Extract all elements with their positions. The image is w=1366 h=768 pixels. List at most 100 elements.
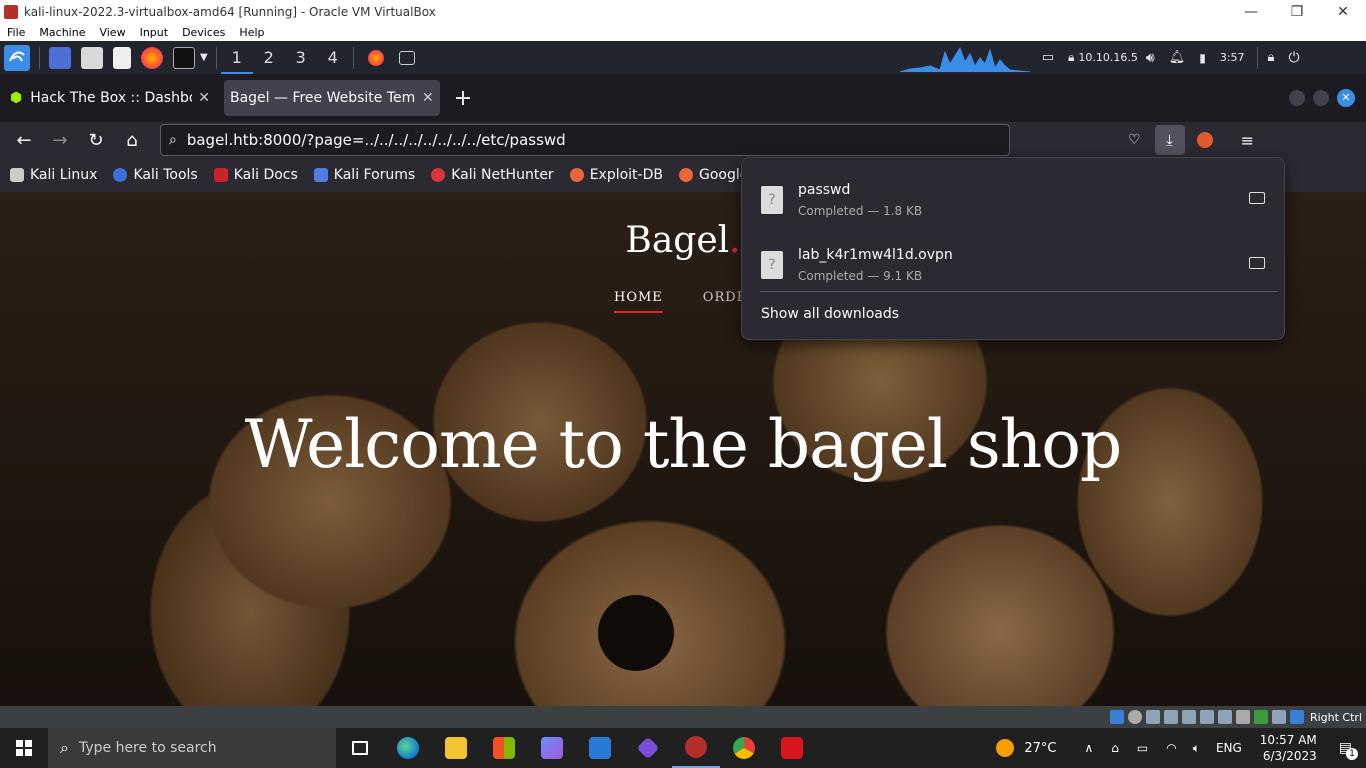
network-icon[interactable] <box>1163 710 1178 724</box>
hamburger-menu-icon[interactable]: ≡ <box>1241 131 1254 150</box>
input-language[interactable]: ENG <box>1216 741 1242 755</box>
workspace-1[interactable]: 1 <box>220 41 253 74</box>
bookmark-kali-docs[interactable]: Kali Docs <box>204 167 304 183</box>
terminal-launcher-icon[interactable] <box>173 46 195 69</box>
notification-center-icon[interactable]: ▤ 1 <box>1339 740 1358 760</box>
usb-icon[interactable] <box>1181 710 1196 724</box>
reload-icon[interactable]: ↻ <box>78 130 114 151</box>
chevron-down-icon[interactable]: ▼ <box>200 52 208 63</box>
bookmark-exploit-db[interactable]: Exploit-DB <box>560 167 669 183</box>
url-bar[interactable]: ⌕ bagel.htb:8000/?page=../../../../../..… <box>160 124 1010 156</box>
copilot-icon[interactable] <box>528 728 576 768</box>
workspace-3[interactable]: 3 <box>285 41 317 74</box>
firefox-window-icon[interactable] <box>367 49 384 66</box>
edge-icon[interactable] <box>384 728 432 768</box>
new-tab-button[interactable]: + <box>454 86 472 111</box>
browser-nav-bar: ← → ↻ ⌂ ⌕ bagel.htb:8000/?page=../../../… <box>0 122 1366 158</box>
windows-taskbar: ⌕ Type here to search 27°C ∧ ⌂ ▭ ◠ 🔈︎ EN… <box>0 728 1366 768</box>
speaker-icon[interactable]: 🔈︎ <box>1193 741 1200 756</box>
wifi-icon[interactable]: ◠ <box>1166 741 1176 755</box>
close-button[interactable]: ✕ <box>1320 4 1366 20</box>
bookmark-kali-tools[interactable]: Kali Tools <box>103 167 203 183</box>
file-explorer-icon[interactable] <box>432 728 480 768</box>
close-tab-icon[interactable]: ✕ <box>198 90 210 106</box>
battery-icon[interactable]: ▭ <box>1137 741 1148 755</box>
recording-icon[interactable] <box>1235 710 1250 724</box>
bookmark-kali-forums[interactable]: Kali Forums <box>304 167 421 183</box>
hard-disk-icon[interactable] <box>1109 710 1124 724</box>
workspace-4[interactable]: 4 <box>317 41 349 74</box>
maximize-button[interactable]: ❐ <box>1274 4 1320 20</box>
download-item[interactable]: ? lab_k4r1mw4l1d.ovpn Completed — 9.1 KB <box>742 229 1286 293</box>
close-window-icon[interactable]: ✕ <box>1337 89 1355 107</box>
file-manager-icon[interactable] <box>81 46 103 69</box>
nav-home[interactable]: HOME <box>614 290 663 313</box>
workspace-2[interactable]: 2 <box>253 41 285 74</box>
terminal-window-icon[interactable] <box>398 50 415 65</box>
forward-icon[interactable]: → <box>42 130 78 151</box>
keyboard-icon[interactable] <box>1289 710 1304 724</box>
show-hidden-icons-icon[interactable]: ∧ <box>1084 741 1093 755</box>
tray-device-icon[interactable]: ⌂ <box>1111 741 1119 755</box>
lock-screen-icon[interactable]: 🔒︎ <box>1268 50 1275 65</box>
minimize-button[interactable]: — <box>1228 4 1274 20</box>
downloads-button[interactable]: ⤓ <box>1154 125 1185 155</box>
foxyproxy-icon[interactable] <box>1196 132 1213 148</box>
weather-icon[interactable] <box>996 739 1015 757</box>
microsoft-store-icon[interactable] <box>480 728 528 768</box>
audio-icon[interactable] <box>1145 710 1160 724</box>
notification-bell-icon[interactable]: 🔔︎ <box>1169 50 1186 65</box>
optical-drive-icon[interactable] <box>1127 710 1142 724</box>
url-text[interactable]: bagel.htb:8000/?page=../../../../../../.… <box>187 131 566 149</box>
taskbar-clock[interactable]: 10:57 AM 6/3/2023 <box>1260 732 1317 764</box>
clock-date: 6/3/2023 <box>1262 749 1317 763</box>
open-folder-icon[interactable] <box>1249 192 1265 204</box>
bookmark-label: Kali NetHunter <box>451 167 554 183</box>
show-all-downloads-button[interactable]: Show all downloads <box>761 306 899 322</box>
start-button[interactable] <box>0 728 48 768</box>
close-tab-icon[interactable]: ✕ <box>422 90 434 106</box>
pocket-icon[interactable]: ♡ <box>1128 132 1141 148</box>
lock-network-icon: 🔒︎ <box>1068 50 1075 64</box>
back-icon[interactable]: ← <box>6 130 42 151</box>
taskbar-search[interactable]: ⌕ Type here to search <box>48 728 336 768</box>
tab-bagel[interactable]: Bagel — Free Website Template ✕ <box>223 80 440 116</box>
monitor-icon[interactable]: ▭ <box>1042 50 1054 65</box>
chrome-icon[interactable] <box>720 728 768 768</box>
maximize-window-icon[interactable] <box>1313 90 1329 106</box>
firefox-launcher-icon[interactable] <box>141 46 163 69</box>
tab-hackthebox[interactable]: ⬢ Hack The Box :: Dashboard ✕ <box>4 80 216 116</box>
mail-icon[interactable] <box>576 728 624 768</box>
bookmark-kali-nethunter[interactable]: Kali NetHunter <box>421 167 559 183</box>
open-folder-icon[interactable] <box>1249 257 1265 269</box>
shared-folders-icon[interactable] <box>1199 710 1214 724</box>
download-item[interactable]: ? passwd Completed — 1.8 KB <box>742 164 1286 228</box>
cpu-icon[interactable] <box>1253 710 1268 724</box>
obsidian-icon[interactable] <box>624 728 672 768</box>
kali-tools-icon <box>113 168 128 182</box>
bookmark-kali-linux[interactable]: Kali Linux <box>0 167 103 183</box>
menu-view[interactable]: View <box>92 26 132 39</box>
task-view-icon[interactable] <box>336 728 384 768</box>
menu-devices[interactable]: Devices <box>175 26 232 39</box>
kali-menu-icon[interactable] <box>4 44 30 71</box>
google-hacking-icon <box>678 168 693 182</box>
text-editor-icon[interactable] <box>113 46 131 69</box>
menu-file[interactable]: File <box>0 26 32 39</box>
weather-temperature[interactable]: 27°C <box>1024 741 1056 756</box>
power-icon[interactable]: ⏻ <box>1288 50 1299 66</box>
menu-machine[interactable]: Machine <box>32 26 92 39</box>
panel-clock[interactable]: 3:57 <box>1220 51 1245 64</box>
virtualbox-taskbar-icon[interactable] <box>672 728 720 768</box>
menu-input[interactable]: Input <box>133 26 175 39</box>
download-filename: lab_k4r1mw4l1d.ovpn <box>798 247 953 263</box>
minimize-window-icon[interactable] <box>1289 90 1305 106</box>
menu-help[interactable]: Help <box>232 26 271 39</box>
show-desktop-icon[interactable] <box>49 46 71 69</box>
home-icon[interactable]: ⌂ <box>114 130 150 151</box>
display-icon[interactable] <box>1217 710 1232 724</box>
mouse-integration-icon[interactable] <box>1271 710 1286 724</box>
amd-software-icon[interactable] <box>768 728 816 768</box>
nethunter-icon <box>431 168 446 182</box>
volume-icon[interactable]: 🔊︎ <box>1146 50 1155 66</box>
